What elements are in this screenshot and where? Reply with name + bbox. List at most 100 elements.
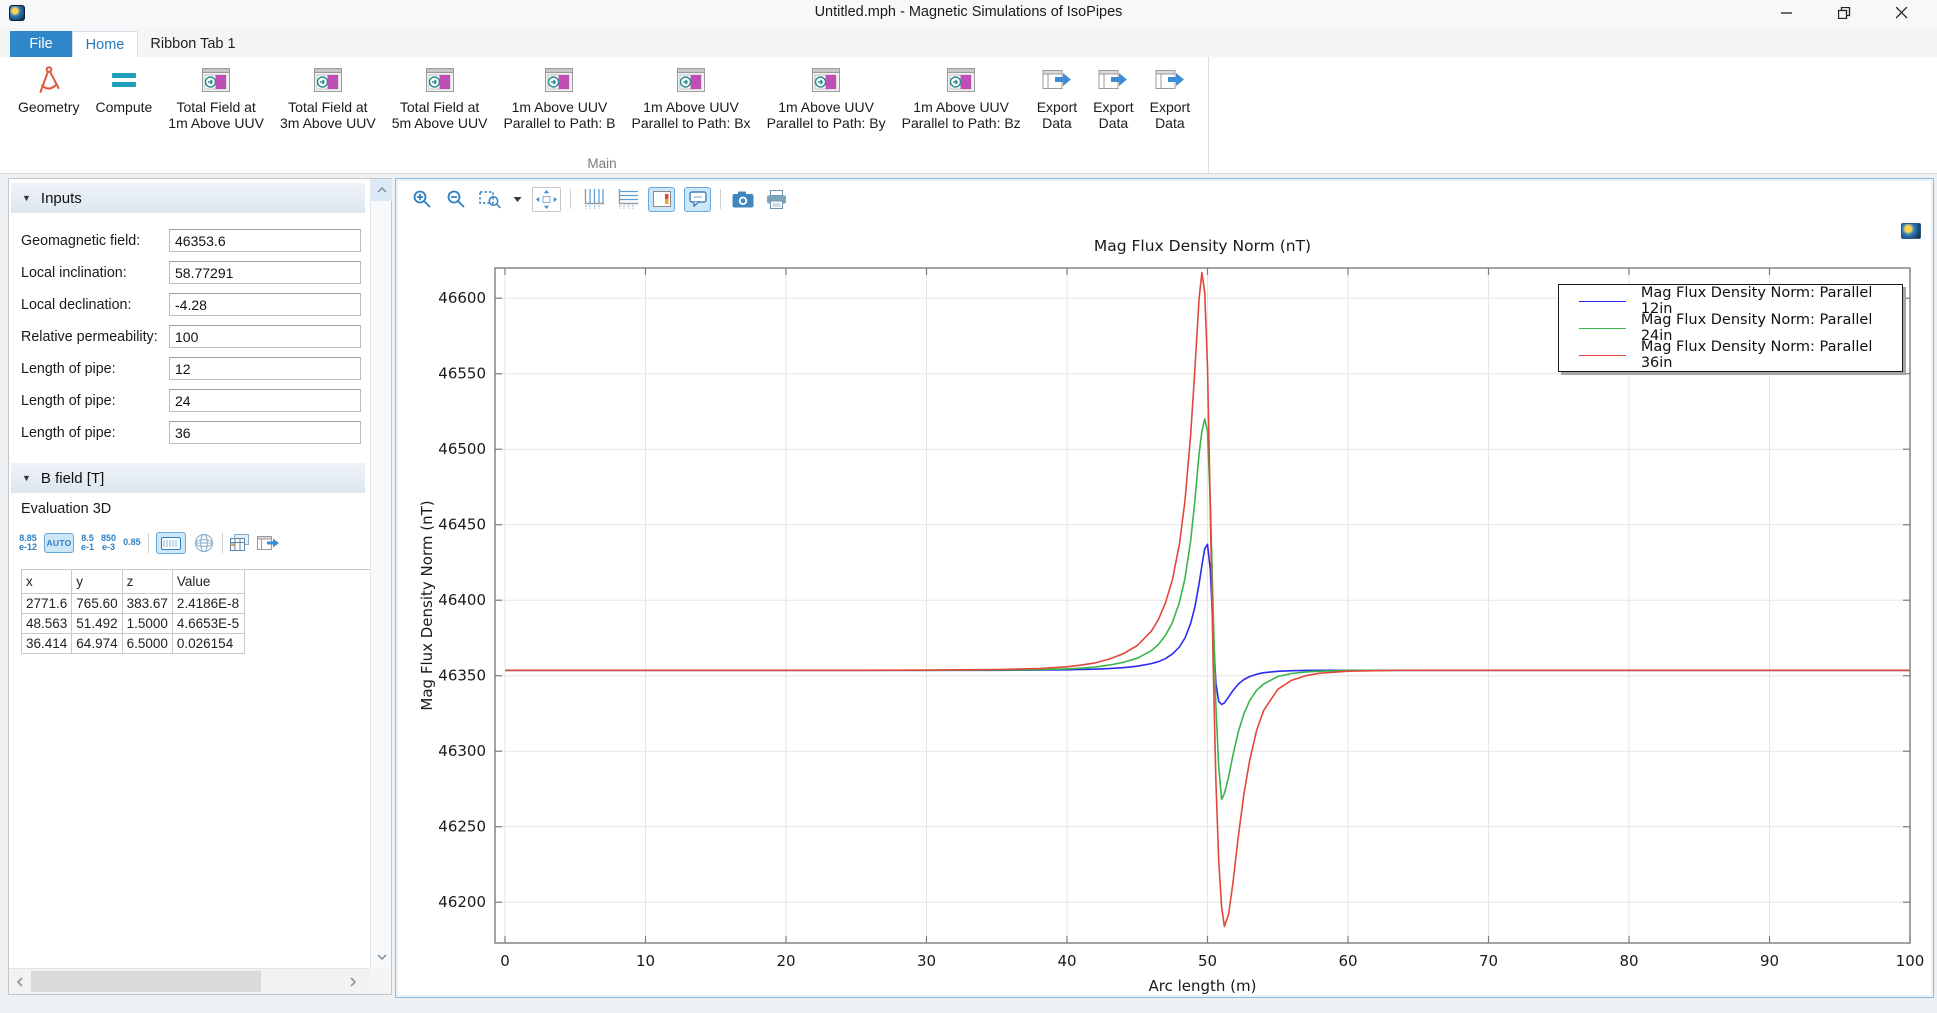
scrollbar-thumb[interactable] [31, 971, 261, 992]
chevron-up-icon [377, 187, 387, 193]
legend-entry: Mag Flux Density Norm: Parallel 24in [1559, 315, 1902, 342]
relative-permeability-input[interactable] [169, 325, 361, 348]
plot-window-icon [811, 64, 841, 96]
pipe-length-12-input[interactable] [169, 357, 361, 380]
parallel-path-by-button[interactable]: 1m Above UUV Parallel to Path: By [759, 64, 894, 131]
plot-window-icon [676, 64, 706, 96]
geomagnetic-field-label: Geomagnetic field: [21, 233, 140, 249]
engineering-notation-button[interactable]: 850 e-3 [101, 534, 116, 553]
tab-home[interactable]: Home [72, 31, 138, 57]
svg-text:100: 100 [1896, 952, 1925, 970]
svg-text:46300: 46300 [438, 742, 486, 760]
svg-text:46500: 46500 [438, 440, 486, 458]
bfield-section-header[interactable]: ▼ B field [T] [11, 463, 365, 493]
svg-text:46400: 46400 [438, 591, 486, 609]
svg-text:10: 10 [636, 952, 655, 970]
geometry-button[interactable]: Geometry [10, 64, 87, 115]
svg-text:40: 40 [1057, 952, 1076, 970]
geomagnetic-field-input[interactable] [169, 229, 361, 252]
export-icon [1097, 64, 1129, 96]
scroll-left-button[interactable] [9, 969, 31, 994]
inputs-section-header[interactable]: ▼ Inputs [11, 183, 365, 213]
parallel-path-bz-button[interactable]: 1m Above UUV Parallel to Path: Bz [894, 64, 1029, 131]
svg-text:46450: 46450 [438, 516, 486, 534]
table-row[interactable]: 48.563 51.492 1.5000 4.6653E-5 [22, 614, 373, 634]
sphere-view-button[interactable] [193, 532, 215, 554]
pipe-length-36-label: Length of pipe: [21, 425, 116, 441]
decimal-notation-button[interactable]: 0.85 [123, 538, 141, 547]
plot-window-icon [425, 64, 455, 96]
collapse-triangle-icon: ▼ [22, 193, 31, 203]
restore-button[interactable] [1822, 0, 1866, 26]
svg-text:30: 30 [917, 952, 936, 970]
table-view-button[interactable] [156, 532, 186, 554]
vertical-scrollbar[interactable] [370, 179, 391, 968]
local-inclination-input[interactable] [169, 261, 361, 284]
close-icon [1896, 7, 1908, 19]
total-field-3m-button[interactable]: Total Field at 3m Above UUV [272, 64, 384, 131]
compute-button[interactable]: Compute [87, 64, 160, 115]
scrollbar-corner [370, 968, 391, 994]
pipe-length-24-label: Length of pipe: [21, 393, 116, 409]
svg-text:90: 90 [1760, 952, 1779, 970]
table-row[interactable]: 2771.6 765.60 383.67 2.4186E-8 [22, 594, 373, 614]
local-declination-label: Local declination: [21, 297, 131, 313]
pipe-length-36-input[interactable] [169, 421, 361, 444]
scroll-right-button[interactable] [342, 969, 364, 994]
export-icon [1154, 64, 1186, 96]
toolbar-separator [148, 533, 149, 553]
table-header-row: x y z Value [22, 570, 373, 594]
export-data-button-3[interactable]: Export Data [1142, 64, 1198, 131]
export-table-button[interactable] [257, 534, 281, 552]
results-table: x y z Value 2771.6 765.60 383.67 2.4186E… [21, 569, 372, 654]
export-data-button-1[interactable]: Export Data [1029, 64, 1085, 131]
local-declination-input[interactable] [169, 293, 361, 316]
scientific-notation-button[interactable]: 8.5 e-1 [81, 534, 94, 553]
parallel-path-b-button[interactable]: 1m Above UUV Parallel to Path: B [495, 64, 623, 131]
chevron-right-icon [350, 977, 356, 987]
total-field-5m-button[interactable]: Total Field at 5m Above UUV [384, 64, 496, 131]
pipe-length-24-input[interactable] [169, 389, 361, 412]
svg-text:70: 70 [1479, 952, 1498, 970]
plot-window-icon [313, 64, 343, 96]
minimize-icon [1781, 7, 1793, 19]
minimize-button[interactable] [1765, 0, 1809, 26]
legend-entry: Mag Flux Density Norm: Parallel 36in [1559, 342, 1902, 369]
scroll-up-button[interactable] [371, 179, 392, 201]
svg-text:0: 0 [500, 952, 510, 970]
scroll-down-button[interactable] [371, 946, 392, 968]
full-precision-button[interactable]: 8.85 e-12 [19, 534, 37, 553]
plot-window-icon [946, 64, 976, 96]
ribbon: Geometry Compute Total Field at 1m Above… [0, 57, 1937, 174]
pipe-length-12-label: Length of pipe: [21, 361, 116, 377]
total-field-1m-button[interactable]: Total Field at 1m Above UUV [160, 64, 272, 131]
chevron-left-icon [17, 977, 23, 987]
auto-notation-button[interactable]: AUTO [44, 533, 74, 553]
copy-table-button[interactable] [230, 534, 250, 552]
svg-text:46250: 46250 [438, 818, 486, 836]
evaluation-3d-label: Evaluation 3D [21, 501, 111, 517]
collapse-triangle-icon: ▼ [22, 473, 31, 483]
local-inclination-label: Local inclination: [21, 265, 127, 281]
table-row[interactable]: 36.414 64.974 6.5000 0.026154 [22, 634, 373, 654]
svg-text:50: 50 [1198, 952, 1217, 970]
ribbon-tab-bar: File Home Ribbon Tab 1 [0, 28, 1937, 57]
graphics-window: 0102030405060708090100462004625046300463… [395, 178, 1934, 998]
horizontal-scrollbar[interactable] [9, 968, 370, 994]
tab-file[interactable]: File [10, 31, 72, 57]
tab-ribbon-1[interactable]: Ribbon Tab 1 [138, 31, 248, 57]
export-data-button-2[interactable]: Export Data [1085, 64, 1141, 131]
globe-icon [193, 532, 215, 554]
plot-window-icon [201, 64, 231, 96]
close-button[interactable] [1880, 0, 1924, 26]
chevron-down-icon [377, 954, 387, 960]
bfield-toolbar: 8.85 e-12 AUTO 8.5 e-1 850 e-3 0.85 [19, 529, 281, 557]
svg-text:46200: 46200 [438, 893, 486, 911]
parallel-path-bx-button[interactable]: 1m Above UUV Parallel to Path: Bx [624, 64, 759, 131]
export-icon [1041, 64, 1073, 96]
equals-icon [110, 64, 138, 96]
legend-entry: Mag Flux Density Norm: Parallel 12in [1559, 288, 1902, 315]
compass-icon [34, 64, 64, 96]
plot-legend: Mag Flux Density Norm: Parallel 12in Mag… [1558, 284, 1903, 372]
ribbon-group-label: Main [6, 156, 1198, 171]
